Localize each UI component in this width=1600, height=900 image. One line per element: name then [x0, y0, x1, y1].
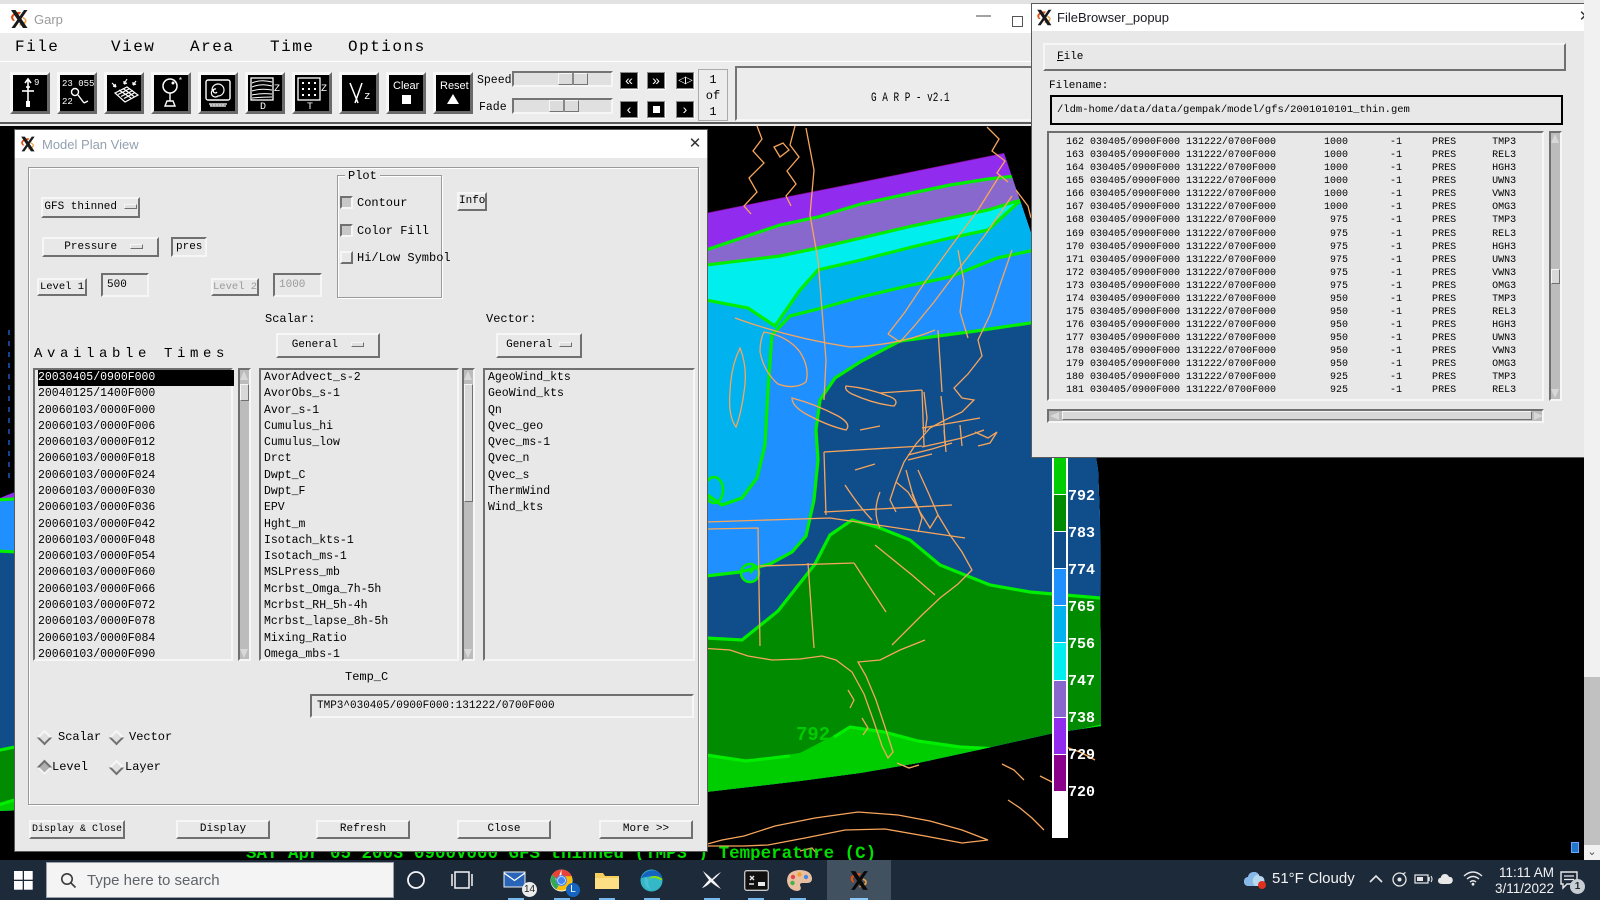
svg-text:720: 720 — [1068, 784, 1095, 801]
svg-text:23 055: 23 055 — [62, 79, 94, 89]
svg-text:*: * — [178, 77, 183, 86]
svg-text:Clear: Clear — [393, 80, 420, 92]
svg-text:22: 22 — [62, 97, 73, 107]
svg-text:9: 9 — [34, 78, 39, 88]
svg-text:792: 792 — [796, 724, 830, 746]
svg-text:783: 783 — [1068, 525, 1095, 542]
svg-text:738: 738 — [1068, 710, 1095, 727]
svg-text:747: 747 — [1068, 673, 1095, 690]
svg-text:z: z — [364, 91, 371, 103]
svg-text:756: 756 — [1068, 636, 1095, 653]
svg-text:Z: Z — [321, 84, 327, 95]
svg-text:765: 765 — [1068, 599, 1095, 616]
svg-text:T: T — [307, 102, 313, 111]
svg-text:D: D — [260, 102, 266, 111]
svg-text:Reset: Reset — [440, 80, 469, 92]
svg-text:792: 792 — [1068, 488, 1095, 505]
svg-text:774: 774 — [1068, 562, 1095, 579]
svg-text:Z: Z — [274, 84, 280, 95]
svg-text:729: 729 — [1068, 747, 1095, 764]
